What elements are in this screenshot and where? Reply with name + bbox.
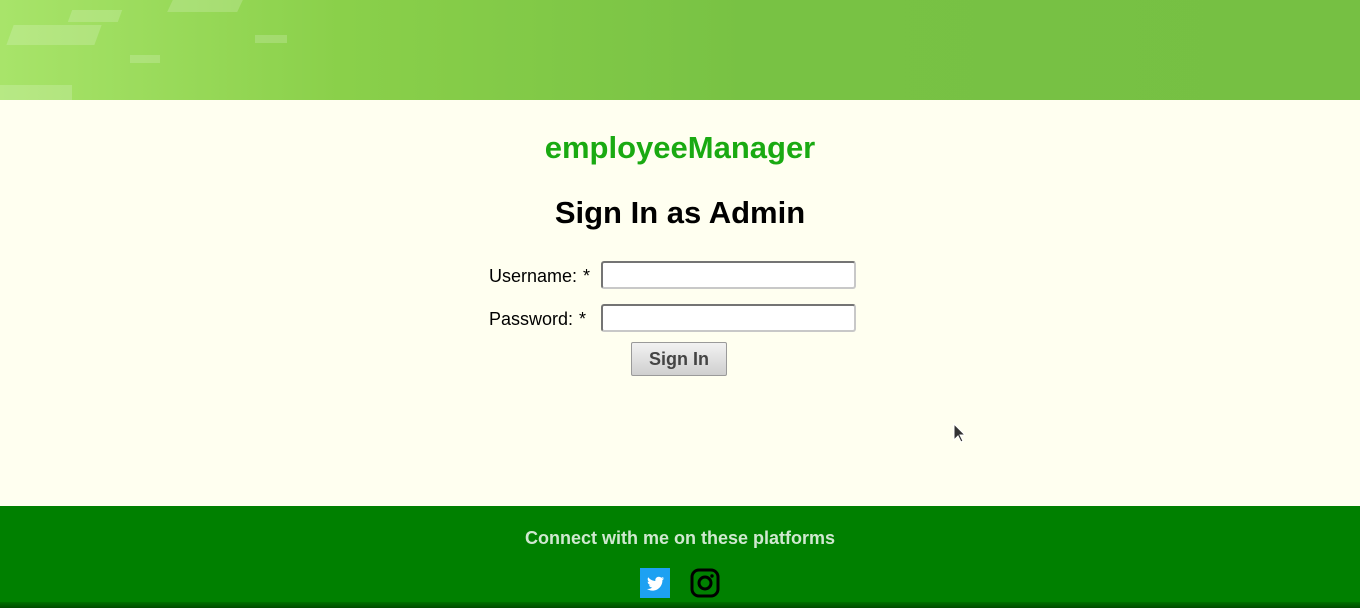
password-label-text: Password: — [489, 309, 574, 329]
twitter-icon — [640, 568, 670, 598]
form-heading: Sign In as Admin — [554, 195, 806, 230]
sign-in-page: employeeManager Sign In as Admin Usernam… — [0, 100, 1360, 506]
twitter-link[interactable] — [640, 568, 670, 598]
username-label-text: Username: — [489, 266, 578, 286]
required-mark: * — [583, 266, 591, 286]
banner-decoration — [167, 0, 243, 12]
banner-decoration — [255, 35, 287, 43]
username-field[interactable] — [601, 261, 856, 289]
banner-decoration — [6, 25, 102, 45]
mouse-cursor-icon — [953, 423, 965, 443]
instagram-icon — [690, 568, 720, 598]
username-label: Username: * — [489, 266, 590, 287]
footer-edge — [0, 602, 1360, 608]
sign-in-button[interactable]: Sign In — [631, 342, 727, 376]
banner-decoration — [67, 10, 123, 22]
header-banner — [0, 0, 1360, 100]
password-label: Password: * — [489, 309, 586, 330]
app-title: employeeManager — [544, 130, 816, 165]
footer-text: Connect with me on these platforms — [524, 528, 836, 548]
instagram-link[interactable] — [690, 568, 720, 598]
banner-decoration — [0, 85, 72, 100]
password-field[interactable] — [601, 304, 856, 332]
footer: Connect with me on these platforms — [0, 506, 1360, 608]
required-mark: * — [579, 309, 587, 329]
banner-decoration — [130, 55, 160, 63]
